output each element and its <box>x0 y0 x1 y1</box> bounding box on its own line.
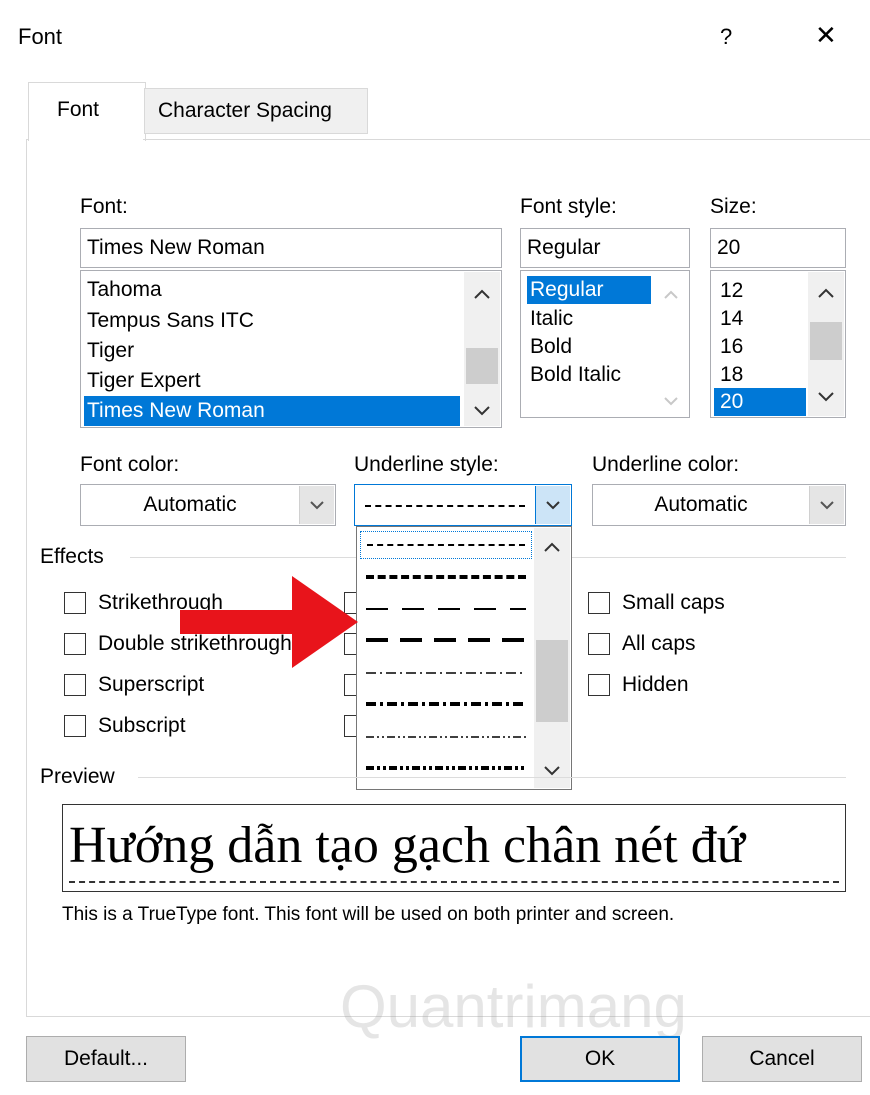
preview-box: Hướng dẫn tạo gạch chân nét đứ <box>62 804 846 892</box>
hidden-label: Hidden <box>622 673 689 696</box>
small-caps-label: Small caps <box>622 591 725 614</box>
size-list[interactable]: 12 14 16 18 20 <box>710 270 846 418</box>
preview-underline <box>69 881 839 883</box>
size-input[interactable]: 20 <box>710 228 846 268</box>
chevron-down-icon <box>663 393 679 411</box>
underline-option[interactable] <box>360 755 532 783</box>
font-list-scrollbar[interactable] <box>464 272 500 426</box>
subscript-checkbox[interactable] <box>64 715 86 737</box>
tab-joint <box>29 138 143 141</box>
superscript-label: Superscript <box>98 673 205 696</box>
help-button[interactable]: ? <box>720 24 732 50</box>
size-item[interactable]: 14 <box>720 306 743 332</box>
font-style-input[interactable]: Regular <box>520 228 690 268</box>
font-style-item[interactable]: Bold <box>530 334 572 360</box>
size-list-scrollbar[interactable] <box>808 272 844 416</box>
hidden-checkbox[interactable] <box>588 674 610 696</box>
size-item[interactable]: 12 <box>720 278 743 304</box>
underline-option[interactable] <box>360 563 532 591</box>
chevron-up-icon[interactable] <box>817 286 835 304</box>
font-label: Font: <box>80 195 128 218</box>
underline-style-label: Underline style: <box>354 453 499 476</box>
font-style-item-selected[interactable]: Regular <box>527 276 651 304</box>
font-list-item-selected[interactable]: Times New Roman <box>84 396 460 426</box>
underline-style-select[interactable] <box>354 484 572 526</box>
chevron-down-icon[interactable] <box>535 486 570 524</box>
truetype-note: This is a TrueType font. This font will … <box>62 904 675 925</box>
scroll-thumb[interactable] <box>810 322 842 360</box>
small-caps-checkbox[interactable] <box>588 592 610 614</box>
superscript-checkbox[interactable] <box>64 674 86 696</box>
font-list[interactable]: Tahoma Tempus Sans ITC Tiger Tiger Exper… <box>80 270 502 428</box>
font-style-item[interactable]: Bold Italic <box>530 362 621 388</box>
tab-character-spacing-label: Character Spacing <box>158 99 332 122</box>
tab-character-spacing[interactable]: Character Spacing <box>144 88 368 134</box>
underline-option[interactable] <box>360 595 532 623</box>
double-strikethrough-checkbox[interactable] <box>64 633 86 655</box>
red-arrow-annotation <box>180 576 358 668</box>
chevron-up-icon[interactable] <box>543 540 561 558</box>
chevron-down-icon[interactable] <box>473 404 491 422</box>
font-color-label: Font color: <box>80 453 180 476</box>
underline-style-dropdown[interactable] <box>356 526 572 790</box>
font-style-item[interactable]: Italic <box>530 306 573 332</box>
font-color-value: Automatic <box>143 493 237 516</box>
watermark-logo: Quantrimang <box>340 973 687 1040</box>
chevron-down-icon[interactable] <box>817 390 835 408</box>
preview-text: Hướng dẫn tạo gạch chân nét đứ <box>69 817 745 874</box>
heavy-dash-underline-option <box>366 575 526 579</box>
underline-option[interactable] <box>360 691 532 719</box>
font-list-item[interactable]: Tahoma <box>87 277 162 303</box>
tab-font[interactable]: Font <box>28 82 146 141</box>
chevron-up-icon[interactable] <box>473 284 491 305</box>
preview-divider <box>138 777 846 778</box>
font-input[interactable]: Times New Roman <box>80 228 502 268</box>
subscript-label: Subscript <box>98 714 186 737</box>
underline-option-focused[interactable] <box>360 531 532 559</box>
font-list-item[interactable]: Tiger Expert <box>87 368 201 394</box>
chevron-down-icon[interactable] <box>299 486 334 524</box>
scroll-thumb[interactable] <box>466 348 498 384</box>
chevron-down-icon[interactable] <box>809 486 844 524</box>
dash-underline-option <box>367 544 525 546</box>
underline-color-label: Underline color: <box>592 453 740 476</box>
size-label: Size: <box>710 195 757 218</box>
cancel-button[interactable]: Cancel <box>702 1036 862 1082</box>
underline-color-value: Automatic <box>654 493 748 516</box>
effects-label: Effects <box>40 545 104 568</box>
default-button-label: Default... <box>63 1047 149 1070</box>
all-caps-label: All caps <box>622 632 696 655</box>
underline-option[interactable] <box>360 659 532 687</box>
font-input-value: Times New Roman <box>87 236 265 259</box>
chevron-down-icon[interactable] <box>543 764 561 782</box>
font-color-select[interactable]: Automatic <box>80 484 336 526</box>
font-style-label: Font style: <box>520 195 617 218</box>
size-item-selected[interactable]: 20 <box>714 388 806 416</box>
strikethrough-checkbox[interactable] <box>64 592 86 614</box>
scroll-thumb[interactable] <box>536 640 568 722</box>
preview-label: Preview <box>40 765 115 788</box>
size-input-value: 20 <box>717 236 741 259</box>
cancel-button-label: Cancel <box>749 1047 815 1070</box>
font-list-item[interactable]: Tempus Sans ITC <box>87 308 254 334</box>
underline-color-select[interactable]: Automatic <box>592 484 846 526</box>
default-button[interactable]: Default... <box>26 1036 186 1082</box>
underline-dropdown-scrollbar[interactable] <box>534 528 570 788</box>
font-style-input-value: Regular <box>527 236 601 259</box>
tab-font-label: Font <box>57 98 100 121</box>
all-caps-checkbox[interactable] <box>588 633 610 655</box>
close-button[interactable]: ✕ <box>815 22 837 48</box>
chevron-up-icon <box>663 287 679 305</box>
size-item[interactable]: 16 <box>720 334 743 360</box>
dialog-title: Font <box>18 24 63 49</box>
underline-option[interactable] <box>360 627 532 655</box>
font-list-item[interactable]: Tiger <box>87 338 134 364</box>
size-item[interactable]: 18 <box>720 362 743 388</box>
ok-button[interactable]: OK <box>520 1036 680 1082</box>
ok-button-label: OK <box>584 1047 616 1070</box>
dash-dot-underline-sample <box>365 505 525 507</box>
underline-option[interactable] <box>360 723 532 751</box>
font-style-list[interactable]: Regular Italic Bold Bold Italic <box>520 270 690 418</box>
